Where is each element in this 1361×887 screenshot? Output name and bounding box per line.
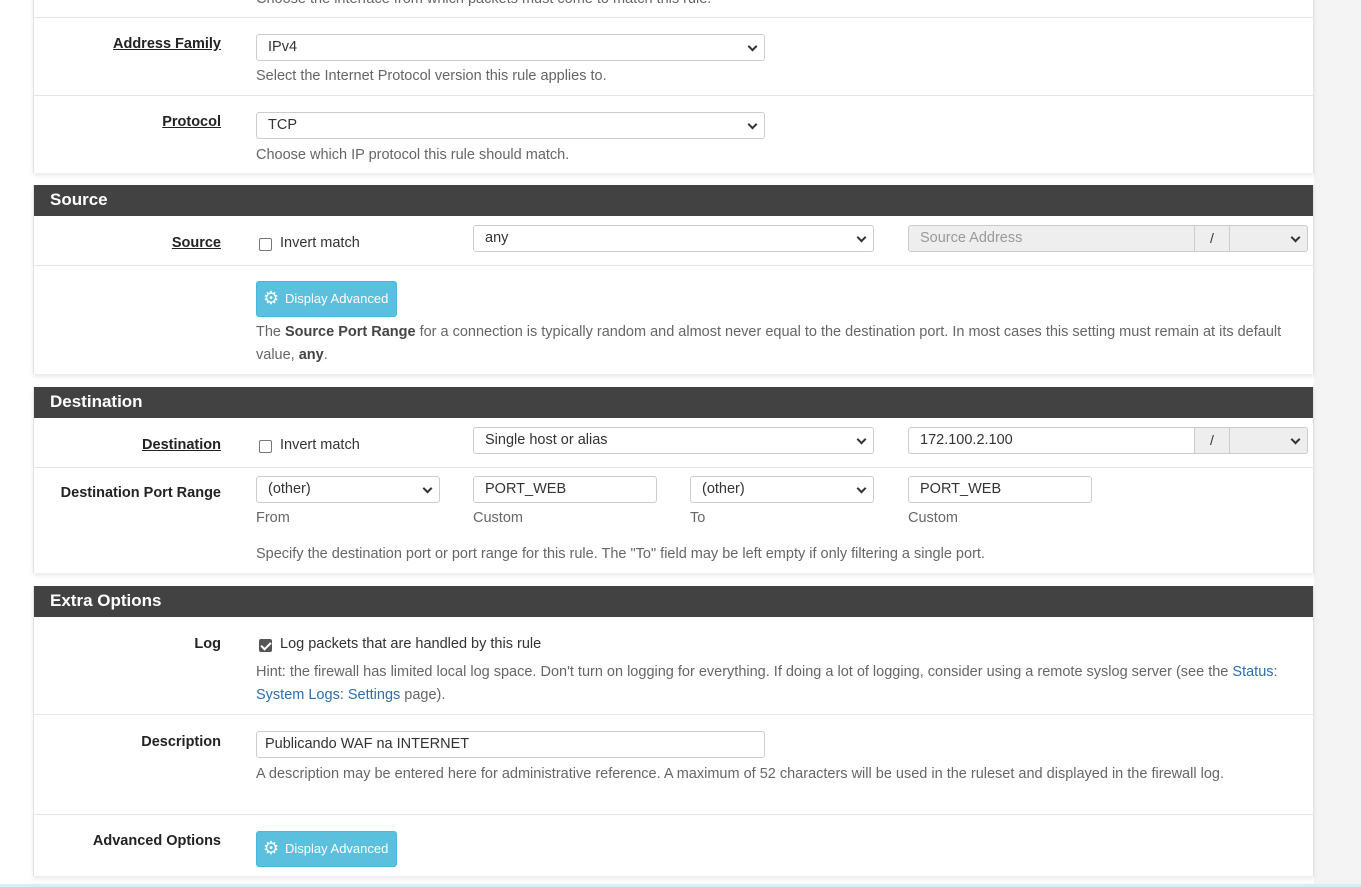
edit-panel: Choose the interface from which packets … — [33, 0, 1314, 173]
address-family-label: Address Family — [113, 36, 221, 52]
source-panel: Source Source Invert match any Source Ad… — [33, 185, 1314, 374]
destination-label: Destination — [142, 437, 221, 453]
description-input[interactable]: Publicando WAF na INTERNET — [256, 731, 765, 758]
source-label: Source — [171, 235, 221, 251]
destination-row: Destination Invert match Single host or … — [34, 418, 1313, 468]
destination-panel: Destination Destination Invert match Sin… — [33, 387, 1314, 573]
port-to-custom-input[interactable]: PORT_WEB — [908, 476, 1092, 503]
destination-address-input[interactable]: 172.100.2.100 — [908, 427, 1195, 454]
custom-caption: Custom — [473, 510, 523, 526]
source-advanced-row: ⚙ Display Advanced The Source Port Range … — [34, 266, 1313, 374]
source-slash: / — [1194, 225, 1230, 252]
source-display-advanced-button[interactable]: ⚙ Display Advanced — [256, 281, 397, 317]
destination-invert-checkbox[interactable] — [259, 440, 272, 453]
advanced-options-label: Advanced Options — [92, 833, 221, 849]
custom-caption-2: Custom — [908, 510, 958, 526]
log-checkbox[interactable] — [259, 639, 272, 652]
gear-icon: ⚙ — [263, 838, 280, 858]
extra-options-panel: Extra Options Log Log packets that are h… — [33, 586, 1314, 876]
from-caption: From — [256, 510, 290, 526]
protocol-select[interactable]: TCP — [256, 112, 765, 139]
button-label: Display Advanced — [285, 841, 389, 856]
source-invert-checkbox[interactable] — [259, 238, 272, 251]
destination-type-select[interactable]: Single host or alias — [473, 427, 874, 454]
description-row: Description Publicando WAF na INTERNET A… — [34, 715, 1313, 815]
destination-mask-select[interactable] — [1229, 427, 1308, 454]
address-family-help: Select the Internet Protocol version thi… — [256, 68, 607, 84]
port-from-select[interactable]: (other) — [256, 476, 440, 503]
source-header: Source — [34, 185, 1313, 216]
source-type-select[interactable]: any — [473, 225, 874, 252]
protocol-label: Protocol — [162, 114, 221, 130]
log-checkbox-label: Log packets that are handled by this rul… — [280, 636, 542, 652]
advanced-display-button[interactable]: ⚙ Display Advanced — [256, 831, 397, 867]
port-to-select[interactable]: (other) — [690, 476, 874, 503]
log-hint: Hint: the firewall has limited local log… — [256, 664, 1278, 703]
page-background — [1314, 0, 1361, 887]
destination-port-help: Specify the destination port or port ran… — [256, 546, 985, 562]
to-caption: To — [690, 510, 706, 526]
protocol-help: Choose which IP protocol this rule shoul… — [256, 147, 570, 163]
source-row: Source Invert match any Source Address / — [34, 216, 1313, 266]
extra-options-header: Extra Options — [34, 586, 1313, 617]
source-invert-label: Invert match — [280, 235, 360, 251]
button-label: Display Advanced — [285, 291, 389, 306]
destination-header: Destination — [34, 387, 1313, 418]
log-row: Log Log packets that are handled by this… — [34, 617, 1313, 715]
address-family-row: Address Family IPv4 Select the Internet … — [34, 18, 1313, 96]
source-address-input[interactable]: Source Address — [908, 225, 1195, 252]
interface-help: Choose the interface from which packets … — [256, 0, 1306, 11]
source-mask-select[interactable] — [1229, 225, 1308, 252]
interface-row: Choose the interface from which packets … — [34, 0, 1313, 18]
destination-slash: / — [1194, 427, 1230, 454]
destination-port-row: Destination Port Range (other) PORT_WEB … — [34, 468, 1313, 573]
description-help: A description may be entered here for ad… — [256, 766, 1224, 782]
port-from-custom-input[interactable]: PORT_WEB — [473, 476, 657, 503]
source-help: The Source Port Range for a connection i… — [256, 324, 1282, 363]
address-family-select[interactable]: IPv4 — [256, 34, 765, 61]
description-label: Description — [141, 734, 221, 750]
gear-icon: ⚙ — [263, 288, 280, 308]
protocol-row: Protocol TCP Choose which IP protocol th… — [34, 96, 1313, 173]
log-label: Log — [194, 636, 221, 652]
advanced-options-row: Advanced Options ⚙ Display Advanced — [34, 815, 1313, 875]
destination-invert-label: Invert match — [280, 437, 360, 453]
destination-port-label: Destination Port Range — [60, 485, 221, 501]
